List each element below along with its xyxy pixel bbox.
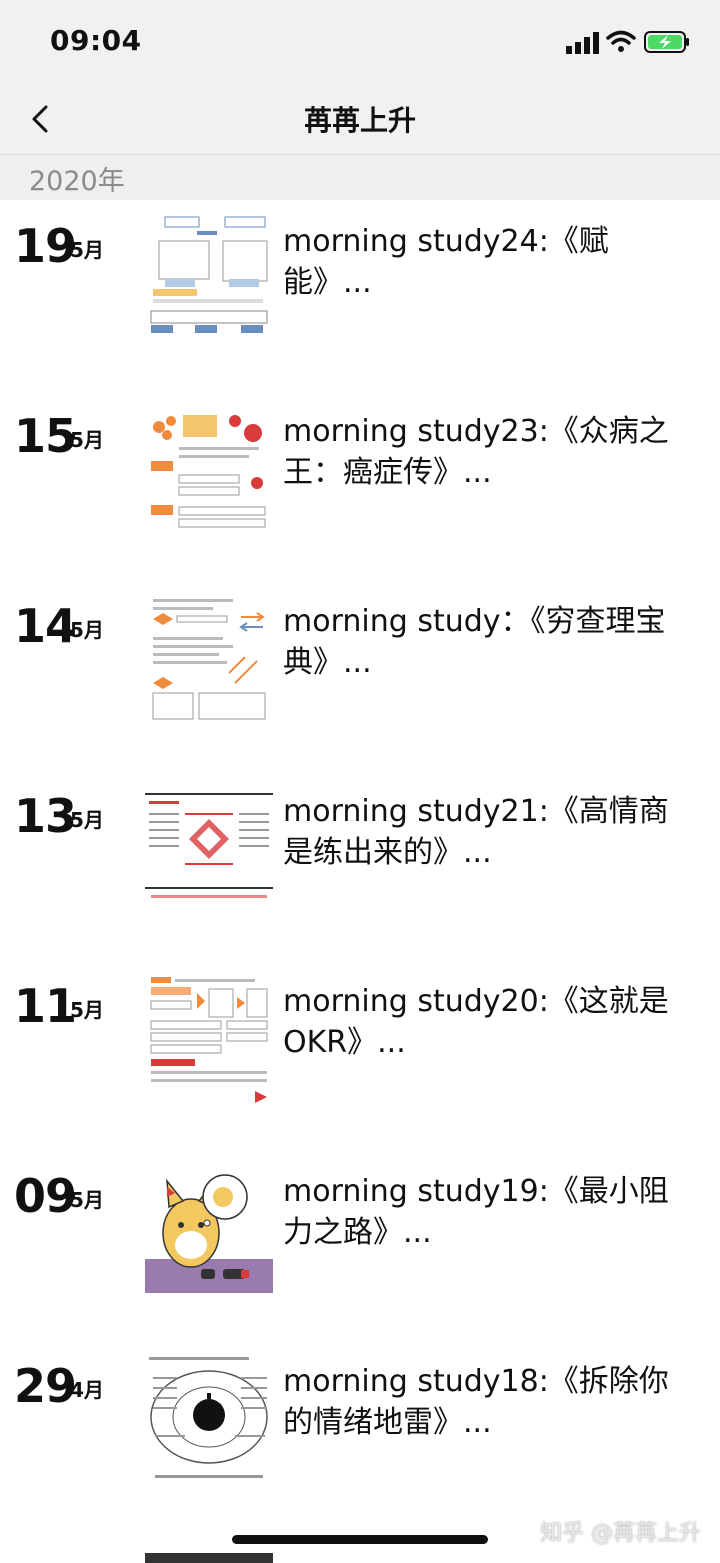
entry-day: 13 — [14, 789, 77, 843]
entry-title[interactable]: morning study19:《最小阻力之路》... — [283, 1171, 683, 1253]
article-list-item[interactable]: 09 5月 morning study19:《最小阻力之路》... — [0, 1163, 720, 1361]
year-section-header: 2020年 — [0, 155, 720, 200]
status-time: 09:04 — [50, 24, 142, 57]
article-thumbnail[interactable] — [145, 1163, 273, 1293]
article-thumbnail-partial — [145, 1553, 273, 1563]
entry-month: 5月 — [70, 428, 104, 452]
cellular-signal-icon — [566, 32, 599, 54]
article-thumbnail[interactable] — [145, 403, 273, 533]
status-bar: 09:04 — [0, 0, 720, 85]
article-thumbnail[interactable] — [145, 1353, 273, 1483]
entry-day: 14 — [14, 599, 77, 653]
entry-month: 5月 — [70, 998, 104, 1022]
article-thumbnail[interactable] — [145, 973, 273, 1103]
navigation-bar: 苒苒上升 — [0, 85, 720, 155]
article-list-item[interactable]: 19 5月 morning study24:《赋能》... — [0, 213, 720, 411]
article-list-item[interactable]: 14 5月 morning study：《穷查理宝典》... — [0, 593, 720, 791]
article-list-item[interactable]: 13 5月 morning study21:《高情商是练出来的》... — [0, 783, 720, 981]
entry-day: 15 — [14, 409, 77, 463]
year-label: 2020年 — [29, 166, 125, 197]
entry-day: 29 — [14, 1359, 77, 1413]
entry-day: 09 — [14, 1169, 77, 1223]
entry-day: 11 — [14, 979, 77, 1033]
article-thumbnail[interactable] — [145, 213, 273, 343]
entry-month: 5月 — [70, 618, 104, 642]
entry-title[interactable]: morning study18:《拆除你的情绪地雷》... — [283, 1361, 683, 1443]
entry-title[interactable]: morning study20:《这就是OKR》... — [283, 981, 683, 1063]
article-thumbnail[interactable] — [145, 593, 273, 723]
entry-month: 5月 — [70, 1188, 104, 1212]
entry-title[interactable]: morning study23:《众病之王：癌症传》... — [283, 411, 683, 493]
battery-charging-icon — [644, 31, 689, 53]
article-list-item[interactable]: 11 5月 morning study20:《这就是OKR》... — [0, 973, 720, 1171]
entry-day: 19 — [14, 219, 77, 273]
wifi-icon — [606, 30, 636, 52]
entry-title[interactable]: morning study24:《赋能》... — [283, 221, 683, 303]
home-indicator[interactable] — [232, 1535, 488, 1544]
entry-title[interactable]: morning study21:《高情商是练出来的》... — [283, 791, 683, 873]
entry-month: 4月 — [70, 1378, 104, 1402]
entry-month: 5月 — [70, 238, 104, 262]
entry-month: 5月 — [70, 808, 104, 832]
watermark: 知乎 @苒苒上升 — [540, 1521, 701, 1546]
entry-title[interactable]: morning study：《穷查理宝典》... — [283, 601, 683, 683]
page-title: 苒苒上升 — [303, 104, 416, 137]
article-thumbnail[interactable] — [145, 783, 273, 913]
article-list-item[interactable]: 15 5月 morning study23:《众病之王：癌症传》... — [0, 403, 720, 601]
